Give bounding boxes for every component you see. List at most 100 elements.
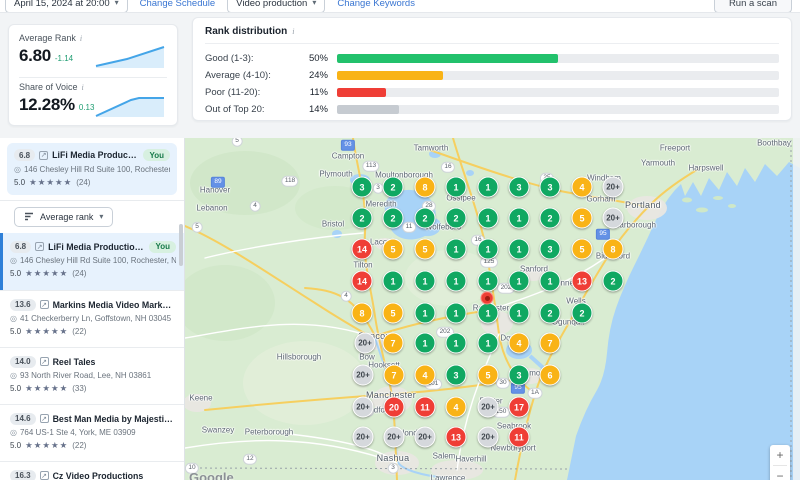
map-pin[interactable]: 20+ bbox=[603, 208, 624, 229]
map-pin[interactable]: 8 bbox=[352, 303, 373, 324]
zoom-out-button[interactable]: − bbox=[770, 466, 790, 480]
business-list-item[interactable]: 6.8 ↗ LiFi Media Production, LLC You ◎ 1… bbox=[7, 143, 177, 195]
zoom-in-button[interactable]: + bbox=[770, 445, 790, 465]
map-pin[interactable]: 2 bbox=[540, 208, 561, 229]
map-pin[interactable]: 2 bbox=[383, 208, 404, 229]
map-pin[interactable]: 14 bbox=[352, 271, 373, 292]
map-pin[interactable]: 1 bbox=[478, 208, 499, 229]
change-schedule-link[interactable]: Change Schedule bbox=[140, 0, 216, 9]
map-pin[interactable]: 1 bbox=[478, 333, 499, 354]
map-pin[interactable]: 7 bbox=[383, 333, 404, 354]
map-pin[interactable]: 1 bbox=[509, 303, 530, 324]
map-pin[interactable]: 1 bbox=[509, 208, 530, 229]
external-link-icon[interactable]: ↗ bbox=[35, 242, 44, 251]
map-pin[interactable]: 5 bbox=[383, 303, 404, 324]
map-pin[interactable]: 4 bbox=[572, 177, 593, 198]
map-pin[interactable]: 1 bbox=[415, 271, 436, 292]
rating-value: 5.0 bbox=[10, 269, 21, 278]
map-pin[interactable]: 20 bbox=[384, 397, 405, 418]
map-pin[interactable]: 20+ bbox=[355, 333, 376, 354]
sort-dropdown[interactable]: Average rank ▾ bbox=[14, 207, 113, 227]
map-pin[interactable]: 20+ bbox=[603, 177, 624, 198]
business-list-item[interactable]: 16.3 ↗ Cz Video Productions ◎ 3 Dwinell … bbox=[0, 461, 184, 480]
map-pin[interactable]: 5 bbox=[478, 365, 499, 386]
change-keywords-link[interactable]: Change Keywords bbox=[337, 0, 415, 9]
map-pin[interactable]: 3 bbox=[509, 177, 530, 198]
external-link-icon[interactable]: ↗ bbox=[40, 414, 49, 423]
map-pin[interactable]: 2 bbox=[603, 271, 624, 292]
map-pin[interactable]: 4 bbox=[446, 397, 467, 418]
business-list-item[interactable]: 6.8 ↗ LiFi Media Production, LLC You ◎ 1… bbox=[0, 233, 184, 290]
map-pin[interactable]: 2 bbox=[383, 177, 404, 198]
map-pin[interactable]: 3 bbox=[540, 239, 561, 260]
info-icon[interactable]: i bbox=[292, 27, 294, 36]
keyword-selector[interactable]: Video production ▾ bbox=[227, 0, 325, 13]
map-pin[interactable]: 3 bbox=[540, 177, 561, 198]
map-pin[interactable]: 13 bbox=[446, 427, 467, 448]
map-pin[interactable]: 1 bbox=[446, 271, 467, 292]
map-pin[interactable]: 20+ bbox=[478, 427, 499, 448]
date-selector[interactable]: April 15, 2024 at 20:00 ▾ bbox=[5, 0, 128, 13]
map-pin[interactable]: 7 bbox=[540, 333, 561, 354]
map-pin[interactable]: 1 bbox=[478, 271, 499, 292]
date-label: April 15, 2024 at 20:00 bbox=[14, 0, 110, 9]
business-list-item[interactable]: 14.6 ↗ Best Man Media by Majestic Video.… bbox=[0, 404, 184, 461]
map-pin[interactable]: 1 bbox=[478, 239, 499, 260]
business-list-item[interactable]: 14.0 ↗ Reel Tales ◎ 93 North River Road,… bbox=[0, 347, 184, 404]
map-pin[interactable]: 20+ bbox=[384, 427, 405, 448]
map-pin[interactable]: 5 bbox=[383, 239, 404, 260]
map-pin[interactable]: 20+ bbox=[415, 427, 436, 448]
map-pin[interactable]: 5 bbox=[415, 239, 436, 260]
external-link-icon[interactable]: ↗ bbox=[39, 151, 48, 160]
business-list-item[interactable]: 13.6 ↗ Markins Media Video Marketing ◎ 4… bbox=[0, 290, 184, 347]
external-link-icon[interactable]: ↗ bbox=[40, 357, 49, 366]
info-icon[interactable]: i bbox=[82, 83, 84, 92]
map-pin[interactable]: 8 bbox=[415, 177, 436, 198]
map[interactable]: HanoverLebanonCamptonPlymouthMoultonboro… bbox=[185, 138, 800, 480]
map-pin[interactable]: 20+ bbox=[353, 397, 374, 418]
map-pin[interactable]: 2 bbox=[352, 208, 373, 229]
map-pin[interactable]: 4 bbox=[509, 333, 530, 354]
info-icon[interactable]: i bbox=[80, 34, 82, 43]
map-pin[interactable]: 20+ bbox=[478, 397, 499, 418]
map-pin[interactable]: 2 bbox=[540, 303, 561, 324]
map-pin[interactable]: 3 bbox=[352, 177, 373, 198]
map-pin[interactable]: 6 bbox=[540, 365, 561, 386]
run-scan-button[interactable]: Run a scan bbox=[714, 0, 792, 13]
map-pin[interactable]: 1 bbox=[446, 303, 467, 324]
map-pin[interactable]: 5 bbox=[572, 239, 593, 260]
map-pin[interactable]: 1 bbox=[415, 303, 436, 324]
map-pin[interactable]: 5 bbox=[572, 208, 593, 229]
map-pin[interactable]: 2 bbox=[415, 208, 436, 229]
map-pin[interactable]: 8 bbox=[603, 239, 624, 260]
map-pin[interactable]: 17 bbox=[509, 397, 530, 418]
map-pin[interactable]: 11 bbox=[415, 397, 436, 418]
map-pin[interactable]: 1 bbox=[478, 177, 499, 198]
map-pin[interactable]: 1 bbox=[446, 177, 467, 198]
map-pin[interactable]: 1 bbox=[415, 333, 436, 354]
map-pin[interactable]: 11 bbox=[509, 427, 530, 448]
map-pin[interactable]: 1 bbox=[509, 239, 530, 260]
map-pin[interactable]: 20+ bbox=[353, 427, 374, 448]
rank-distribution-row: Good (1-3): 50% bbox=[205, 50, 779, 67]
map-pin[interactable]: 4 bbox=[415, 365, 436, 386]
business-location-marker[interactable] bbox=[481, 292, 494, 305]
map-pin[interactable]: 3 bbox=[446, 365, 467, 386]
map-pin[interactable]: 3 bbox=[509, 365, 530, 386]
map-pin[interactable]: 20+ bbox=[353, 365, 374, 386]
map-pin[interactable]: 1 bbox=[446, 333, 467, 354]
map-pin[interactable]: 13 bbox=[572, 271, 593, 292]
map-pin[interactable]: 1 bbox=[446, 239, 467, 260]
road-shield: 95 bbox=[596, 229, 610, 240]
map-pin[interactable]: 2 bbox=[572, 303, 593, 324]
map-pin[interactable]: 7 bbox=[384, 365, 405, 386]
map-pin[interactable]: 14 bbox=[352, 239, 373, 260]
list-scrollbar[interactable] bbox=[179, 224, 183, 266]
map-pin[interactable]: 1 bbox=[478, 303, 499, 324]
external-link-icon[interactable]: ↗ bbox=[40, 471, 49, 480]
map-pin[interactable]: 1 bbox=[509, 271, 530, 292]
map-pin[interactable]: 1 bbox=[383, 271, 404, 292]
map-pin[interactable]: 2 bbox=[446, 208, 467, 229]
external-link-icon[interactable]: ↗ bbox=[40, 300, 49, 309]
map-pin[interactable]: 1 bbox=[540, 271, 561, 292]
